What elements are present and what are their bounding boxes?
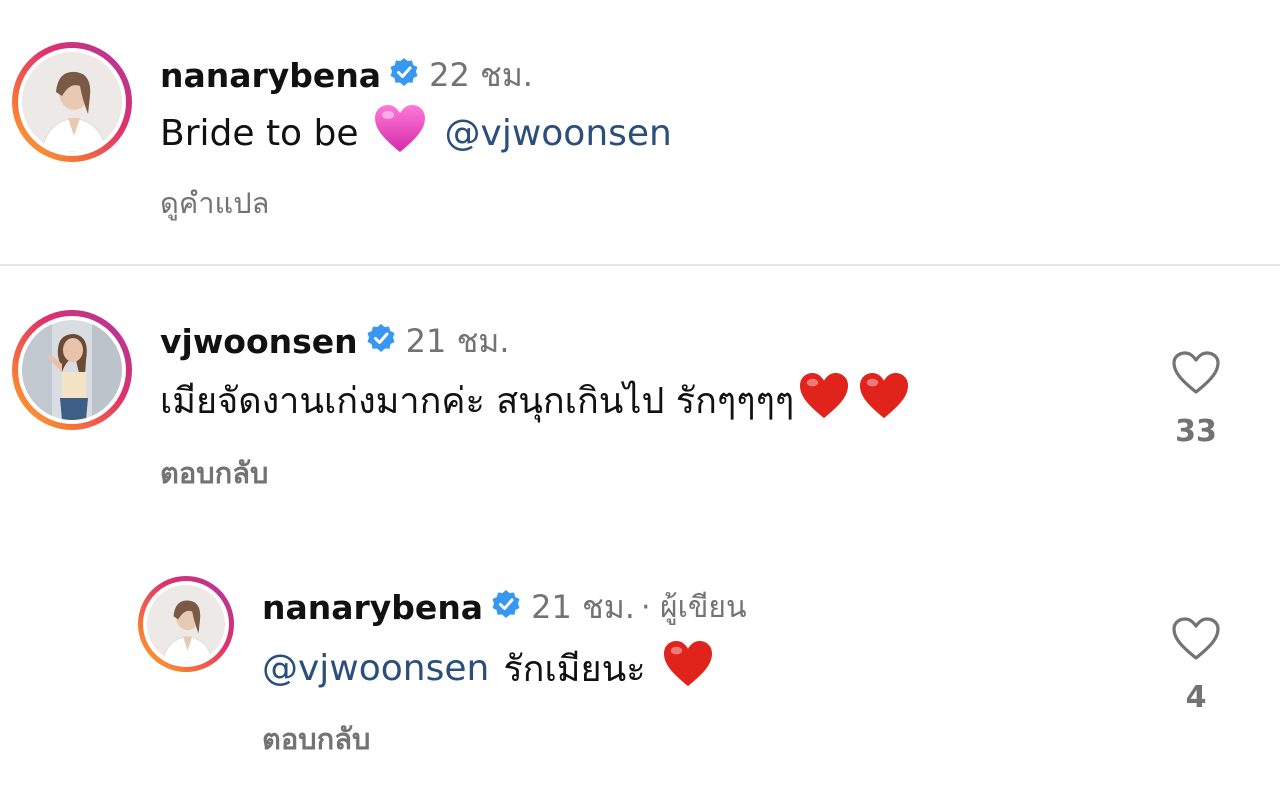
like-count: 4 xyxy=(1185,680,1207,715)
comment-username[interactable]: vjwoonsen xyxy=(160,322,358,361)
comment-timestamp: 21 ชม. xyxy=(405,322,510,360)
reply-text: รักเมียนะ xyxy=(503,649,646,690)
reply-timestamp: 21 ชม. xyxy=(531,588,635,626)
post-header: nanarybena 22 ชม. xyxy=(160,50,533,101)
verified-badge-icon xyxy=(491,588,521,627)
avatar-nanarybena[interactable] xyxy=(138,576,234,672)
heart-outline-icon[interactable] xyxy=(1171,350,1221,400)
like-count: 33 xyxy=(1175,414,1217,449)
reply-body: @vjwoonsen รักเมียนะ xyxy=(262,640,714,697)
reply-header: nanarybena 21 ชม. · ผู้เขียน xyxy=(262,582,746,633)
red-heart-emoji-icon xyxy=(798,372,850,429)
author-tag: · ผู้เขียน xyxy=(640,590,747,625)
verified-badge-icon xyxy=(389,56,419,95)
like-column: 4 xyxy=(1166,616,1226,715)
comment-body: เมียจัดงานเก่งมากค่ะ สนุกเกินไป รักๆๆๆๆ xyxy=(160,372,910,429)
post-caption: Bride to be @vjwoonsen xyxy=(160,104,672,163)
avatar-nanarybena[interactable] xyxy=(12,42,132,162)
reply-mention-link[interactable]: @vjwoonsen xyxy=(262,648,489,689)
like-column: 33 xyxy=(1166,350,1226,449)
caption-text: Bride to be xyxy=(160,113,359,154)
red-heart-emoji-icon xyxy=(662,640,714,697)
reply-button[interactable]: ตอบกลับ xyxy=(262,716,370,762)
translate-link[interactable]: ดูคำแปล xyxy=(160,180,269,226)
red-heart-emoji-icon xyxy=(858,372,910,429)
caption-mention-link[interactable]: @vjwoonsen xyxy=(445,113,672,154)
comments-screen: nanarybena 22 ชม. Bride to be @vjwoonsen… xyxy=(0,0,1280,787)
comment-header: vjwoonsen 21 ชม. xyxy=(160,316,510,367)
post-timestamp: 22 ชม. xyxy=(429,56,533,94)
reply-button[interactable]: ตอบกลับ xyxy=(160,450,268,496)
heart-outline-icon[interactable] xyxy=(1171,616,1221,666)
avatar-vjwoonsen[interactable] xyxy=(12,310,132,430)
pink-heart-emoji-icon xyxy=(373,104,427,163)
comment-text: เมียจัดงานเก่งมากค่ะ สนุกเกินไป รักๆๆๆๆ xyxy=(160,381,795,422)
post-username[interactable]: nanarybena xyxy=(160,56,381,95)
reply-username[interactable]: nanarybena xyxy=(262,588,483,627)
verified-badge-icon xyxy=(366,322,396,361)
divider xyxy=(0,264,1280,266)
